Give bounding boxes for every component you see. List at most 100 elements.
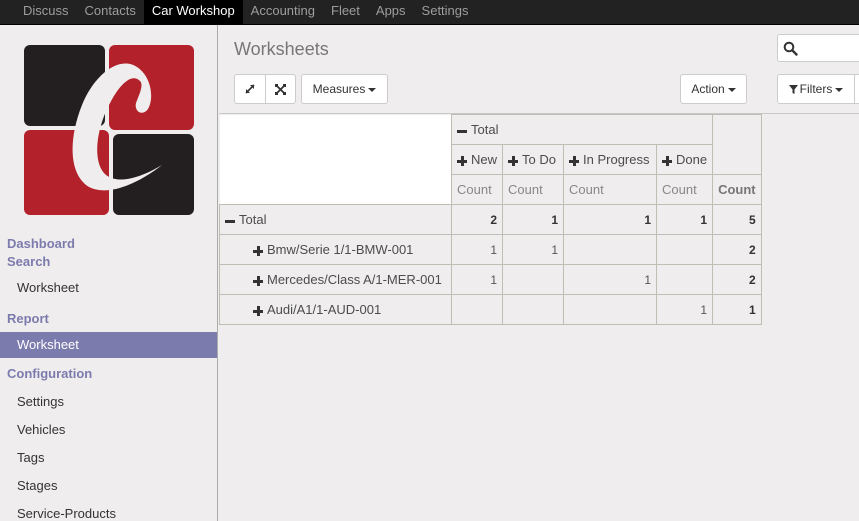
cell[interactable]: 2 <box>450 204 504 235</box>
col-header-total-label: Total <box>471 122 499 137</box>
menu-stages[interactable]: Stages <box>0 472 217 500</box>
cell[interactable] <box>502 294 565 325</box>
nav-apps[interactable]: Apps <box>368 0 414 24</box>
group-by-dropdown-button[interactable] <box>854 74 859 104</box>
compress-icon <box>274 83 286 95</box>
plus-icon <box>253 305 263 316</box>
cell[interactable]: 1 <box>656 204 714 235</box>
cell-total[interactable]: 1 <box>712 294 762 325</box>
search-input[interactable] <box>802 37 859 59</box>
measures-label: Measures <box>312 82 366 96</box>
expand-all-button[interactable] <box>235 75 265 103</box>
col-header-in-progress[interactable]: In Progress <box>563 144 658 175</box>
main-content: Worksheets Measures Action Filters Total… <box>219 25 859 521</box>
logo-square-bottom-right <box>113 134 194 215</box>
measure-header-total[interactable]: Count <box>712 174 762 205</box>
caret-down-icon <box>835 87 844 92</box>
table-row-total: Total 2 1 1 1 5 <box>219 204 762 235</box>
search-icon <box>783 41 798 56</box>
nav-fleet[interactable]: Fleet <box>323 0 368 24</box>
section-configuration: Configuration <box>7 366 93 381</box>
cell[interactable] <box>656 234 714 265</box>
nav-accounting[interactable]: Accounting <box>243 0 323 24</box>
control-panel: Worksheets Measures Action Filters <box>219 25 859 114</box>
row-header[interactable]: Audi/A1/1-AUD-001 <box>219 294 452 325</box>
pivot-table: Total New To Do In Progress Done Count C… <box>219 114 762 325</box>
cell[interactable]: 1 <box>656 294 714 325</box>
logo-square-top-right <box>109 45 194 130</box>
cell[interactable]: 1 <box>450 264 504 295</box>
cell[interactable] <box>563 294 658 325</box>
filters-label: Filters <box>799 82 833 96</box>
nav-discuss[interactable]: Discuss <box>15 0 77 24</box>
flip-axis-button[interactable] <box>264 75 296 103</box>
col-header-new[interactable]: New <box>450 144 504 175</box>
measures-dropdown-button[interactable]: Measures <box>301 74 388 104</box>
plus-icon <box>253 245 263 256</box>
col-header-todo[interactable]: To Do <box>502 144 565 175</box>
search-box <box>777 34 859 62</box>
caret-down-icon <box>727 87 736 92</box>
measure-header[interactable]: Count <box>502 174 565 205</box>
nav-contacts[interactable]: Contacts <box>77 0 144 24</box>
cell[interactable]: 1 <box>563 264 658 295</box>
row-header-label: Audi/A1/1-AUD-001 <box>267 302 382 317</box>
cell[interactable]: 1 <box>450 234 504 265</box>
measure-header[interactable]: Count <box>656 174 714 205</box>
minus-icon <box>457 126 467 136</box>
menu-service-products[interactable]: Service-Products <box>0 500 217 521</box>
cell-total[interactable]: 2 <box>712 234 762 265</box>
row-header-label: Total <box>239 212 267 227</box>
cell[interactable] <box>450 294 504 325</box>
menu-search-worksheet[interactable]: Worksheet <box>0 275 217 301</box>
action-dropdown-button[interactable]: Action <box>680 74 747 104</box>
row-header[interactable]: Bmw/Serie 1/1-BMW-001 <box>219 234 452 265</box>
plus-icon <box>662 155 673 166</box>
plus-icon <box>569 155 580 166</box>
row-header-label: Mercedes/Class A/1-MER-001 <box>267 272 442 287</box>
table-row: Audi/A1/1-AUD-001 1 1 <box>219 294 762 325</box>
page-title: Worksheets <box>234 39 329 59</box>
menu-tags[interactable]: Tags <box>0 444 217 472</box>
table-row: Mercedes/Class A/1-MER-001 1 1 2 <box>219 264 762 295</box>
cell[interactable] <box>502 264 565 295</box>
section-dashboard[interactable]: Dashboard <box>0 235 217 253</box>
row-header-label: Bmw/Serie 1/1-BMW-001 <box>267 242 414 257</box>
measure-header[interactable]: Count <box>563 174 658 205</box>
filters-dropdown-button[interactable]: Filters <box>777 74 855 104</box>
nav-settings[interactable]: Settings <box>414 0 477 24</box>
cell[interactable]: 1 <box>502 234 565 265</box>
plus-icon <box>253 275 263 286</box>
section-report: Report <box>7 311 49 326</box>
col-header-done[interactable]: Done <box>656 144 714 175</box>
row-header-total[interactable]: Total <box>219 204 452 235</box>
col-header-label: New <box>471 152 498 167</box>
cell[interactable] <box>563 234 658 265</box>
cell-total[interactable]: 2 <box>712 264 762 295</box>
table-row: Bmw/Serie 1/1-BMW-001 1 1 2 <box>219 234 762 265</box>
cell-total[interactable]: 5 <box>712 204 762 235</box>
sidebar-menu: Dashboard Search Worksheet Report Worksh… <box>0 235 217 521</box>
plus-icon <box>457 155 467 166</box>
section-search: Search <box>7 254 51 269</box>
company-logo <box>24 45 194 215</box>
col-header-empty <box>712 114 762 175</box>
menu-report-worksheet[interactable]: Worksheet <box>0 332 217 358</box>
col-header-total[interactable]: Total <box>450 114 714 145</box>
col-header-label: Done <box>676 152 708 167</box>
expand-arrows-icon <box>245 84 255 94</box>
top-navbar: Discuss Contacts Car Workshop Accounting… <box>0 0 859 25</box>
menu-settings[interactable]: Settings <box>0 388 217 416</box>
col-header-label: In Progress <box>583 152 650 167</box>
cell[interactable]: 1 <box>563 204 658 235</box>
menu-vehicles[interactable]: Vehicles <box>0 416 217 444</box>
pivot-corner <box>219 114 452 205</box>
col-header-label: To Do <box>522 152 556 167</box>
measure-header[interactable]: Count <box>450 174 504 205</box>
row-header[interactable]: Mercedes/Class A/1-MER-001 <box>219 264 452 295</box>
pivot-view-buttons <box>234 74 296 104</box>
action-label: Action <box>691 82 725 96</box>
cell[interactable]: 1 <box>502 204 565 235</box>
nav-car-workshop[interactable]: Car Workshop <box>143 0 243 24</box>
cell[interactable] <box>656 264 714 295</box>
